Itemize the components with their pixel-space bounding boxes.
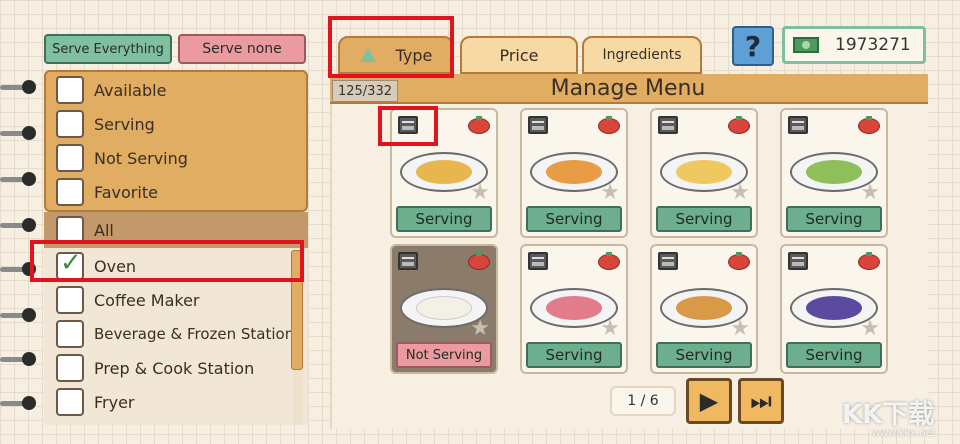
tomato-icon <box>858 252 880 270</box>
filter-label: Prep & Cook Station <box>94 358 255 378</box>
tomato-icon <box>468 116 490 134</box>
favorite-star-icon[interactable]: ★ <box>600 180 620 205</box>
next-page-button[interactable]: ▶ <box>686 378 732 424</box>
food <box>416 160 472 184</box>
checkbox[interactable] <box>56 144 84 172</box>
tomato-icon <box>468 252 490 270</box>
oven-icon <box>788 252 808 270</box>
tab-label: Ingredients <box>602 47 682 63</box>
play-arrow-icon: ▶ <box>699 387 719 415</box>
dish-status-button[interactable]: Serving <box>526 206 622 232</box>
tab-label: Price <box>499 45 539 65</box>
currency-value: 1973271 <box>835 35 911 55</box>
dish-card[interactable]: ★ Serving <box>780 108 888 238</box>
spiral-ring <box>0 352 40 366</box>
dish-card[interactable]: ★ Not Serving <box>390 244 498 374</box>
filter-favorite[interactable]: Favorite <box>56 176 158 208</box>
help-button[interactable]: ? <box>732 26 774 66</box>
filter-label: Beverage & Frozen Station <box>94 325 295 343</box>
tab-price[interactable]: Price <box>460 36 578 74</box>
favorite-star-icon[interactable]: ★ <box>860 316 880 341</box>
dish-status-button[interactable]: Serving <box>656 206 752 232</box>
favorite-star-icon[interactable]: ★ <box>730 316 750 341</box>
filter-label: Available <box>94 80 167 100</box>
oven-icon <box>398 252 418 270</box>
favorite-star-icon[interactable]: ★ <box>600 316 620 341</box>
oven-icon <box>658 252 678 270</box>
filter-fryer[interactable]: Fryer <box>56 386 135 418</box>
dish-card[interactable]: ★ Serving <box>520 108 628 238</box>
oven-icon <box>528 252 548 270</box>
highlight-box-oven-icon <box>378 106 438 146</box>
skip-end-icon: ⏭ <box>750 387 772 415</box>
food <box>546 296 602 320</box>
dish-card[interactable]: ★ Serving <box>650 244 758 374</box>
oven-icon <box>788 116 808 134</box>
highlight-box-type-tab <box>328 16 454 78</box>
spiral-ring <box>0 218 40 232</box>
filter-coffee-maker[interactable]: Coffee Maker <box>56 284 199 316</box>
tab-ingredients[interactable]: Ingredients <box>582 36 702 74</box>
cash-icon <box>793 37 819 53</box>
serve-none-button[interactable]: Serve none <box>178 34 306 64</box>
checkbox[interactable] <box>56 178 84 206</box>
filter-prep-cook[interactable]: Prep & Cook Station <box>56 352 254 384</box>
menu-count: 125/332 <box>332 80 398 102</box>
dish-status-button[interactable]: Serving <box>396 206 492 232</box>
food <box>676 160 732 184</box>
filter-label: Coffee Maker <box>94 290 200 310</box>
checkbox[interactable] <box>56 286 84 314</box>
filter-available[interactable]: Available <box>56 74 166 106</box>
spiral-ring <box>0 126 40 140</box>
dish-card[interactable]: ★ Serving <box>650 108 758 238</box>
tomato-icon <box>598 252 620 270</box>
filter-serving[interactable]: Serving <box>56 108 155 140</box>
highlight-box-oven-filter <box>30 240 304 282</box>
tomato-icon <box>858 116 880 134</box>
oven-icon <box>658 116 678 134</box>
filter-label: Favorite <box>94 182 158 202</box>
oven-icon <box>528 116 548 134</box>
favorite-star-icon[interactable]: ★ <box>860 180 880 205</box>
dish-status-button[interactable]: Serving <box>786 206 882 232</box>
last-page-button[interactable]: ⏭ <box>738 378 784 424</box>
dish-status-button[interactable]: Serving <box>786 342 882 368</box>
tomato-icon <box>728 252 750 270</box>
spiral-ring <box>0 396 40 410</box>
checkbox[interactable] <box>56 76 84 104</box>
checkbox[interactable] <box>56 110 84 138</box>
food <box>806 160 862 184</box>
spiral-ring <box>0 80 40 94</box>
filter-label: Not Serving <box>94 148 188 168</box>
dish-card[interactable]: ★ Serving <box>520 244 628 374</box>
checkbox[interactable] <box>56 388 84 416</box>
dish-status-button[interactable]: Serving <box>526 342 622 368</box>
filter-not-serving[interactable]: Not Serving <box>56 142 188 174</box>
filter-beverage-frozen[interactable]: Beverage & Frozen Station <box>56 318 294 350</box>
dish-status-button[interactable]: Not Serving <box>396 342 492 368</box>
favorite-star-icon[interactable]: ★ <box>470 180 490 205</box>
spiral-ring <box>0 172 40 186</box>
menu-title: Manage Menu <box>550 76 706 101</box>
checkbox[interactable] <box>56 354 84 382</box>
dish-status-button[interactable]: Serving <box>656 342 752 368</box>
currency-display: 1973271 <box>782 26 926 64</box>
serve-everything-button[interactable]: Serve Everything <box>44 34 172 64</box>
filter-label: All <box>94 220 114 240</box>
page-indicator: 1 / 6 <box>610 386 676 416</box>
watermark-url: www.kkx.net <box>872 428 936 439</box>
filter-label: Fryer <box>94 392 135 412</box>
food <box>676 296 732 320</box>
favorite-star-icon[interactable]: ★ <box>730 180 750 205</box>
food <box>416 296 472 320</box>
dish-card[interactable]: ★ Serving <box>780 244 888 374</box>
food <box>546 160 602 184</box>
spiral-ring <box>0 308 40 322</box>
tomato-icon <box>598 116 620 134</box>
food <box>806 296 862 320</box>
checkbox[interactable] <box>56 320 84 348</box>
favorite-star-icon[interactable]: ★ <box>470 316 490 341</box>
filter-label: Serving <box>94 114 155 134</box>
tomato-icon <box>728 116 750 134</box>
